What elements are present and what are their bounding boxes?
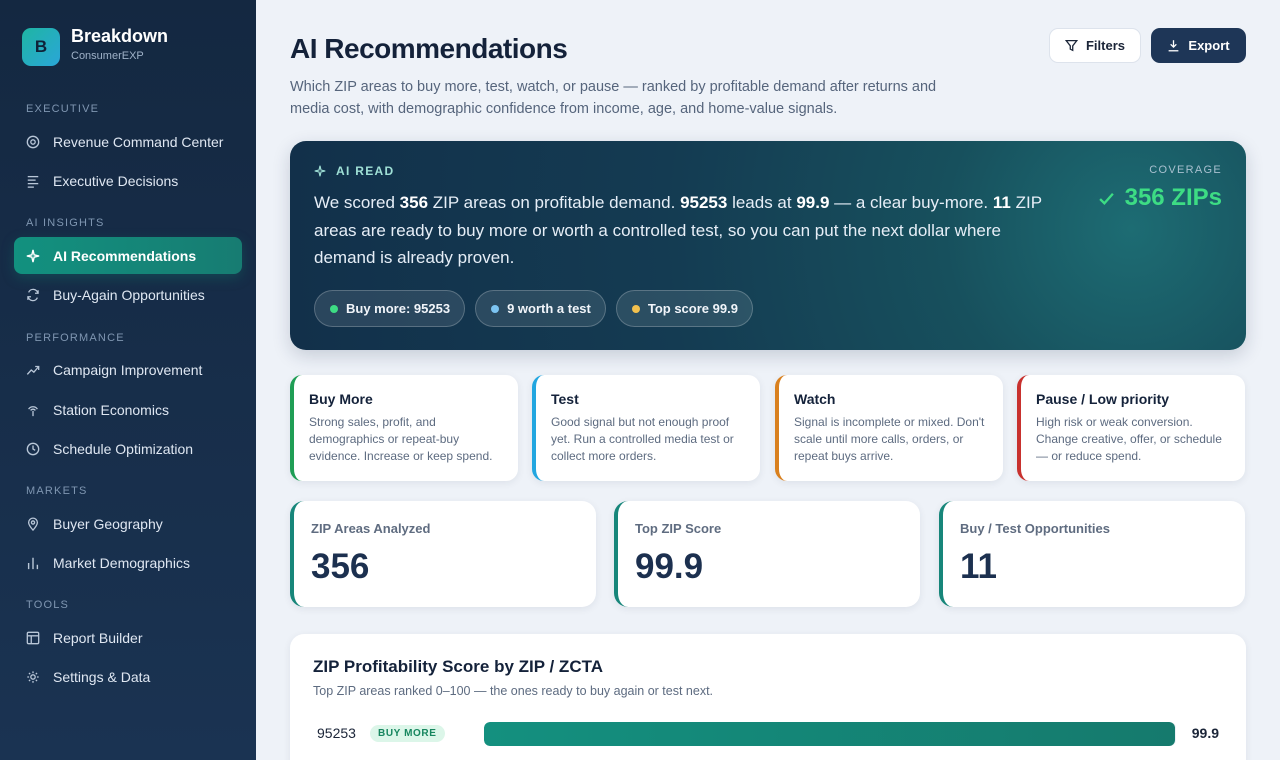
sidebar-item-label: Market Demographics <box>53 554 190 571</box>
score-bar-fill <box>484 722 1176 746</box>
sidebar-item-buy-again-opportunities[interactable]: Buy-Again Opportunities <box>14 276 242 313</box>
ai-read-chips: Buy more: 95253 9 worth a test Top score… <box>314 290 763 327</box>
sidebar-item-revenue-command-center[interactable]: Revenue Command Center <box>14 123 242 160</box>
ai-read-card: AI READ We scored 356 ZIP areas on profi… <box>290 141 1246 350</box>
row-zip: 95253 <box>317 725 356 741</box>
sidebar-item-settings-data[interactable]: Settings & Data <box>14 658 242 695</box>
sidebar: B Breakdown ConsumerEXP Executive Revenu… <box>0 0 256 760</box>
status-dot <box>491 304 500 313</box>
kpi-zip-areas-analyzed: ZIP Areas Analyzed 356 <box>290 501 596 607</box>
row-score: 99.9 <box>1191 725 1219 741</box>
brand[interactable]: B Breakdown ConsumerEXP <box>22 26 169 66</box>
chip-top-score[interactable]: Top score 99.9 <box>615 290 753 327</box>
sidebar-item-label: Settings & Data <box>53 668 151 685</box>
list-icon <box>26 174 40 188</box>
nav-section-tools: Tools <box>26 599 70 611</box>
panel-title: ZIP Profitability Score by ZIP / ZCTA <box>313 657 603 676</box>
sidebar-item-label: Campaign Improvement <box>53 361 203 378</box>
gear-icon <box>26 670 40 684</box>
nav-section-executive: Executive <box>26 103 100 115</box>
legend-card-test: Test Good signal but not enough proof ye… <box>532 375 760 481</box>
trend-icon <box>26 363 40 377</box>
clock-icon <box>26 442 40 456</box>
bar-chart-icon <box>26 556 40 570</box>
page-description: Which ZIP areas to buy more, test, watch… <box>290 79 937 117</box>
legend-card-pause: Pause / Low priority High risk or weak c… <box>1017 375 1245 481</box>
sidebar-item-label: Station Economics <box>53 401 169 418</box>
sidebar-item-label: Executive Decisions <box>53 172 179 189</box>
brand-subtitle: ConsumerEXP <box>71 50 144 62</box>
sidebar-item-schedule-optimization[interactable]: Schedule Optimization <box>14 430 242 467</box>
target-icon <box>26 135 40 149</box>
page-title: AI Recommendations <box>290 33 568 64</box>
sidebar-item-label: Report Builder <box>53 629 143 646</box>
kpi-buy-test-opportunities: Buy / Test Opportunities 11 <box>939 501 1245 607</box>
sparkle-icon <box>26 249 40 263</box>
check-icon <box>1098 192 1114 205</box>
status-dot <box>330 304 338 313</box>
coverage-label: COVERAGE <box>1149 164 1222 176</box>
brand-name: Breakdown <box>71 26 169 46</box>
legend-card-buy-more: Buy More Strong sales, profit, and demog… <box>290 375 518 481</box>
sidebar-item-executive-decisions[interactable]: Executive Decisions <box>14 162 242 199</box>
sidebar-item-station-economics[interactable]: Station Economics <box>14 391 242 428</box>
sidebar-item-label: Buyer Geography <box>53 515 163 532</box>
zip-score-panel: ZIP Profitability Score by ZIP / ZCTA To… <box>290 634 1246 760</box>
sidebar-item-buyer-geography[interactable]: Buyer Geography <box>14 505 242 542</box>
broadcast-icon <box>26 403 40 417</box>
download-icon <box>1169 40 1179 52</box>
export-button[interactable]: Export <box>1151 28 1246 63</box>
refresh-icon <box>26 288 40 302</box>
sidebar-item-campaign-improvement[interactable]: Campaign Improvement <box>14 351 242 388</box>
sidebar-item-label: Revenue Command Center <box>53 133 224 150</box>
sidebar-item-label: Schedule Optimization <box>53 440 194 457</box>
kpi-top-zip-score: Top ZIP Score 99.9 <box>614 501 920 607</box>
nav-section-markets: Markets <box>26 485 88 497</box>
sidebar-item-market-demographics[interactable]: Market Demographics <box>14 544 242 581</box>
filter-icon <box>1064 39 1078 52</box>
ai-read-summary: We scored 356 ZIP areas on profitable de… <box>314 193 1042 267</box>
pin-icon <box>26 516 40 531</box>
score-bar-track <box>484 722 1176 746</box>
sidebar-item-report-builder[interactable]: Report Builder <box>14 619 242 656</box>
layout-icon <box>26 631 40 645</box>
sidebar-item-ai-recommendations[interactable]: AI Recommendations <box>14 237 242 274</box>
legend-card-watch: Watch Signal is incomplete or mixed. Don… <box>775 375 1003 481</box>
sidebar-item-label: AI Recommendations <box>53 247 197 264</box>
coverage-value: 356 ZIPs <box>1098 184 1222 212</box>
ai-read-label: AI READ <box>314 164 394 178</box>
status-badge: BUY MORE <box>370 725 445 742</box>
filters-button[interactable]: Filters <box>1049 28 1141 63</box>
brand-logo: B <box>22 28 60 66</box>
nav-section-performance: Performance <box>26 332 125 344</box>
nav-section-ai-insights: AI Insights <box>26 217 105 229</box>
chip-buy-more[interactable]: Buy more: 95253 <box>314 290 466 327</box>
panel-subtitle: Top ZIP areas ranked 0–100 — the ones re… <box>313 684 714 698</box>
sidebar-item-label: Buy-Again Opportunities <box>53 286 205 303</box>
table-row[interactable]: 95253 BUY MORE 99.9 <box>317 722 1219 746</box>
sparkle-icon <box>314 165 326 177</box>
status-dot <box>631 304 640 313</box>
chip-worth-a-test[interactable]: 9 worth a test <box>475 290 606 327</box>
